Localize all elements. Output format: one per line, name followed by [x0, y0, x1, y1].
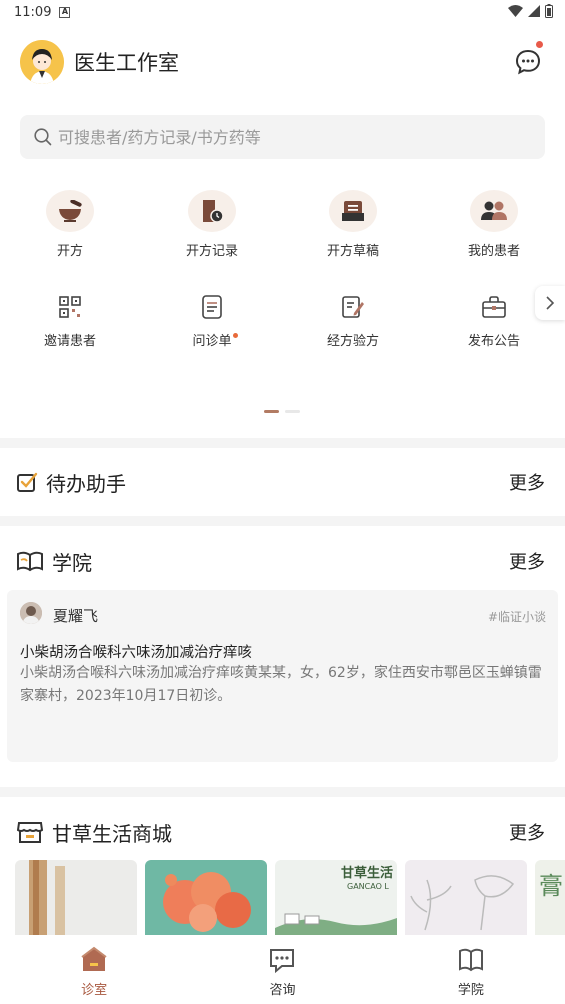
grid-item-drafts[interactable]: 开方草稿	[303, 190, 403, 259]
todo-title: 待办助手	[46, 471, 126, 496]
section-divider	[0, 516, 565, 526]
product-item[interactable]	[405, 860, 527, 936]
author-name: 夏耀飞	[53, 607, 99, 625]
open-book-icon	[17, 551, 43, 572]
signal-icon	[528, 5, 540, 17]
academy-section-header: 学院 更多	[16, 546, 545, 576]
tab-label: 学院	[457, 983, 484, 998]
form-icon	[197, 292, 227, 322]
mortar-icon	[46, 190, 94, 232]
status-a-badge: A	[59, 6, 71, 18]
grid-item-classic-prescriptions[interactable]: 经方验方	[303, 292, 403, 349]
search-icon	[34, 128, 52, 146]
doctor-avatar[interactable]	[20, 40, 64, 84]
todo-more-link[interactable]: 更多	[509, 469, 545, 495]
prescription-edit-icon	[338, 292, 368, 322]
notification-dot	[536, 41, 543, 48]
new-dot	[232, 333, 238, 338]
tab-consult[interactable]: 咨询	[188, 935, 376, 1004]
search-bar[interactable]	[20, 115, 545, 159]
tab-academy[interactable]: 学院	[377, 935, 565, 1004]
tab-clinic[interactable]: 诊室	[0, 935, 188, 1004]
grid-label: 发布公告	[467, 334, 520, 349]
search-input[interactable]	[58, 127, 498, 147]
academy-title: 学院	[52, 550, 92, 575]
grid-label: 邀请患者	[43, 334, 96, 349]
grid-item-invite-patient[interactable]: 邀请患者	[20, 292, 120, 349]
announcement-box-icon	[479, 292, 509, 322]
product-label: 膏	[539, 872, 563, 900]
grid-item-my-patients[interactable]: 我的患者	[444, 190, 544, 259]
battery-icon	[545, 4, 553, 18]
book-icon	[457, 946, 485, 974]
grid-item-prescribe[interactable]: 开方	[20, 190, 120, 259]
chat-bubble-icon	[515, 49, 541, 75]
bottom-tab-bar: 诊室 咨询 学院	[0, 935, 565, 1004]
article-title: 小柴胡汤合喉科六味汤加减治疗痒咳	[20, 645, 252, 661]
section-divider	[0, 438, 565, 448]
product-label: 甘草生活	[341, 866, 394, 881]
qr-invite-icon	[55, 292, 85, 322]
product-carousel: 甘草生活 GANCAO L 膏	[15, 860, 565, 936]
status-bar: 11:09 A	[0, 0, 565, 24]
grid-label: 开方记录	[185, 244, 238, 259]
mall-title: 甘草生活商城	[52, 821, 172, 846]
pager-dot-active	[264, 410, 279, 413]
product-sublabel: GANCAO L	[347, 882, 389, 891]
product-item[interactable]	[15, 860, 137, 936]
grid-label: 我的患者	[467, 244, 520, 259]
author-avatar	[20, 602, 42, 624]
message-button[interactable]	[515, 41, 543, 75]
academy-more-link[interactable]: 更多	[509, 548, 545, 574]
header: 医生工作室	[20, 40, 545, 84]
mall-more-link[interactable]: 更多	[509, 819, 545, 845]
article-excerpt: 小柴胡汤合喉科六味汤加减治疗痒咳黄某某，女，62岁，家住西安市鄠邑区玉蝉镇雷家寨…	[20, 665, 542, 704]
product-item[interactable]: 甘草生活 GANCAO L	[275, 860, 397, 936]
grid-pager	[264, 410, 300, 413]
patients-icon	[470, 190, 518, 232]
chat-bubble-icon	[268, 946, 296, 974]
grid-label: 问诊单	[192, 330, 238, 349]
grid-label: 开方	[56, 244, 83, 259]
pager-dot	[285, 410, 300, 413]
grid-label-text: 问诊单	[192, 334, 232, 349]
chevron-right-icon	[546, 296, 555, 310]
grid-item-consultation-form[interactable]: 问诊单	[162, 292, 262, 349]
clinic-house-icon	[80, 946, 108, 974]
page-title: 医生工作室	[74, 51, 179, 75]
grid-item-publish-announcement[interactable]: 发布公告	[444, 292, 544, 349]
article-tag: #临证小谈	[487, 610, 546, 624]
wifi-icon	[508, 5, 523, 17]
draft-tray-icon	[329, 190, 377, 232]
product-item[interactable]	[145, 860, 267, 936]
checkbox-icon	[17, 472, 38, 492]
status-icons	[508, 4, 553, 18]
mall-section-header: 甘草生活商城 更多	[16, 817, 545, 847]
shop-icon	[16, 822, 44, 843]
tab-label: 咨询	[269, 983, 296, 998]
article-card[interactable]: 夏耀飞 #临证小谈 小柴胡汤合喉科六味汤加减治疗痒咳 小柴胡汤合喉科六味汤加减治…	[7, 590, 558, 762]
section-divider	[0, 787, 565, 797]
status-time: 11:09	[14, 4, 52, 20]
grid-item-prescription-records[interactable]: 开方记录	[162, 190, 262, 259]
grid-label: 开方草稿	[326, 244, 379, 259]
tab-label: 诊室	[81, 983, 108, 998]
product-item[interactable]: 膏	[535, 860, 565, 936]
grid-label: 经方验方	[326, 334, 379, 349]
record-clock-icon	[188, 190, 236, 232]
grid-next-button[interactable]	[535, 286, 565, 320]
todo-section-header: 待办助手 更多	[16, 467, 545, 497]
